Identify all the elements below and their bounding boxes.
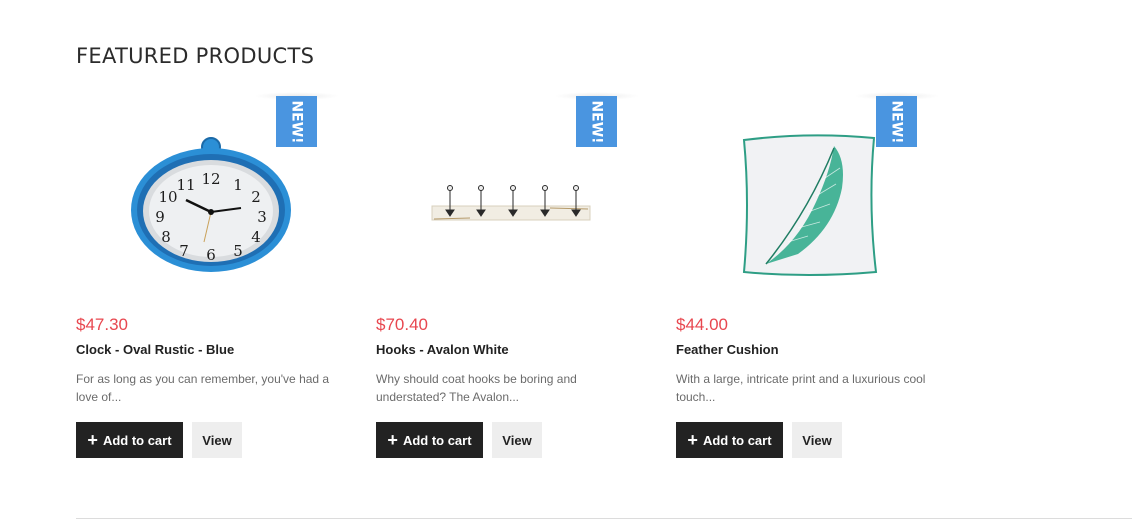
view-button[interactable]: View (792, 422, 842, 458)
product-price: $70.40 (376, 315, 428, 334)
feather-cushion-image[interactable] (738, 132, 880, 278)
product-title[interactable]: Clock - Oval Rustic - Blue (76, 342, 234, 357)
new-badge: NEW! (876, 96, 917, 147)
product-description: With a large, intricate print and a luxu… (676, 372, 926, 404)
product-price: $44.00 (676, 315, 728, 334)
add-to-cart-label: Add to cart (102, 432, 172, 448)
svg-text:11: 11 (176, 176, 195, 194)
svg-text:6: 6 (206, 246, 216, 264)
product-price: $47.30 (76, 315, 128, 334)
svg-text:8: 8 (161, 228, 171, 246)
section-title: FEATURED PRODUCTS (76, 44, 315, 68)
new-badge: NEW! (276, 96, 317, 147)
product-description: Why should coat hooks be boring and unde… (376, 372, 577, 404)
svg-text:9: 9 (155, 208, 165, 226)
section-divider (76, 518, 1132, 519)
plus-icon: + (687, 430, 698, 450)
product-title[interactable]: Feather Cushion (676, 342, 779, 357)
plus-icon: + (387, 430, 398, 450)
svg-text:10: 10 (158, 188, 177, 206)
svg-text:7: 7 (179, 242, 189, 260)
product-card: NEW! $70.40 Hooks - Avalon White Why sho… (376, 92, 640, 458)
svg-text:2: 2 (251, 188, 261, 206)
plus-icon: + (87, 430, 98, 450)
product-description: For as long as you can remember, you've … (76, 372, 330, 404)
view-button[interactable]: View (192, 422, 242, 458)
svg-text:3: 3 (257, 208, 267, 226)
svg-text:12: 12 (201, 170, 220, 188)
oval-clock-image[interactable]: 12 1 2 3 4 5 6 7 8 9 10 11 (126, 132, 294, 278)
product-title[interactable]: Hooks - Avalon White (376, 342, 509, 357)
product-card: 12 1 2 3 4 5 6 7 8 9 10 11 NEW! $47.30 C… (76, 92, 340, 458)
add-to-cart-button[interactable]: + Add to cart (376, 422, 483, 458)
add-to-cart-label: Add to cart (702, 432, 772, 448)
product-image-area[interactable]: NEW! (676, 92, 940, 296)
add-to-cart-label: Add to cart (402, 432, 472, 448)
add-to-cart-button[interactable]: + Add to cart (676, 422, 783, 458)
new-badge: NEW! (576, 96, 617, 147)
svg-text:4: 4 (251, 228, 261, 246)
product-image-area[interactable]: NEW! (376, 92, 640, 296)
svg-text:1: 1 (233, 176, 243, 194)
svg-text:5: 5 (233, 242, 243, 260)
product-card: NEW! $44.00 Feather Cushion With a large… (676, 92, 940, 458)
coat-hooks-image[interactable] (430, 182, 592, 226)
product-image-area[interactable]: 12 1 2 3 4 5 6 7 8 9 10 11 NEW! (76, 92, 340, 296)
view-button[interactable]: View (492, 422, 542, 458)
add-to-cart-button[interactable]: + Add to cart (76, 422, 183, 458)
